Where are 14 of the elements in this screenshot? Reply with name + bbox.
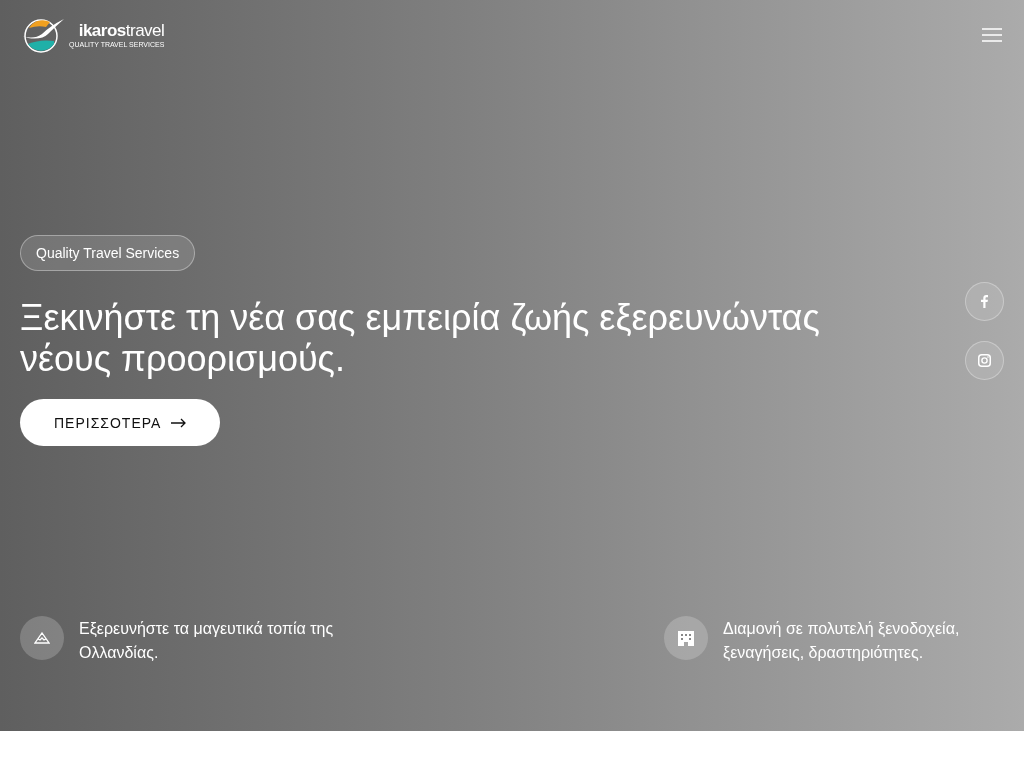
feature-text: Εξερευνήστε τα μαγευτικά τοπία της Ολλανδίας. <box>79 619 335 663</box>
hero-heading: Ξεκινήστε τη νέα σας εμπειρία ζωής εξερευνώντας νέους προορισμούς. <box>20 297 821 379</box>
tagline-badge: Quality Travel Services <box>20 235 196 271</box>
facebook-icon <box>981 295 988 308</box>
instagram-link[interactable] <box>965 341 1004 380</box>
arrow-right-icon <box>171 417 187 428</box>
facebook-link[interactable] <box>965 282 1004 321</box>
instagram-icon <box>978 354 991 367</box>
logo-wordmark: ikarostravel <box>78 22 165 39</box>
menu-icon[interactable] <box>982 28 1002 42</box>
more-button[interactable]: ΠΕΡΙΣΣΟΤΕΡΑ <box>20 399 221 446</box>
building-icon <box>664 616 708 660</box>
feature-text: Διαμονή σε πολυτελή ξενοδοχεία, ξεναγήσεις, δραστηριότητες. <box>723 619 961 663</box>
mountain-icon <box>20 616 64 660</box>
